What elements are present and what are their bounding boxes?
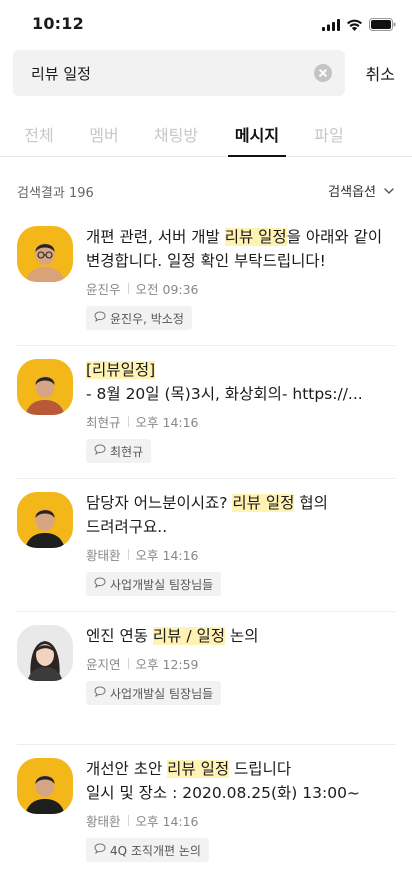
- cancel-button[interactable]: 취소: [366, 61, 395, 85]
- search-options-label: 검색옵션: [328, 185, 376, 200]
- chevron-down-icon: [384, 183, 394, 198]
- tab-files[interactable]: 파일: [313, 122, 345, 157]
- message-text-segment: 개선안 초안: [86, 760, 168, 778]
- battery-icon: [369, 16, 396, 35]
- result-header: 검색결과 196 검색옵션: [0, 176, 412, 206]
- avatar: [17, 226, 73, 282]
- message-text-segment: 개편 관련, 서버 개발: [86, 228, 225, 246]
- message-meta: 황태환 오후 14:16: [86, 545, 396, 564]
- sender-name: 황태환: [86, 814, 121, 829]
- chatroom-chip[interactable]: 사업개발실 팀장님들: [86, 681, 222, 705]
- sender-name: 황태환: [86, 548, 121, 563]
- message-text-segment: - 8월 20일 (목)3시, 화상회의- https://...: [86, 385, 363, 403]
- status-time: 10:12: [32, 14, 84, 33]
- chat-bubble-icon: [94, 311, 106, 325]
- clear-icon[interactable]: [314, 64, 332, 82]
- avatar: [17, 492, 73, 548]
- message-text: 개선안 초안 리뷰 일정 드립니다일시 및 장소 : 2020.08.25(화)…: [86, 757, 396, 805]
- search-options-button[interactable]: 검색옵션: [328, 181, 394, 200]
- message-body: 엔진 연동 리뷰 / 일정 논의윤지연 오후 12:59 사업개발실 팀장님들: [86, 624, 396, 705]
- avatar: [17, 758, 73, 814]
- message-time: 오전 09:36: [135, 282, 199, 297]
- message-result-item[interactable]: 개선안 초안 리뷰 일정 드립니다일시 및 장소 : 2020.08.25(화)…: [17, 745, 395, 869]
- chatroom-chip[interactable]: 사업개발실 팀장님들: [86, 572, 222, 596]
- message-result-item[interactable]: 담당자 어느분이시죠? 리뷰 일정 협의 드려려구요.. 황태환 오후 14:16 사…: [17, 479, 395, 612]
- message-text: 담당자 어느분이시죠? 리뷰 일정 협의 드려려구요..: [86, 491, 396, 539]
- chatroom-chip[interactable]: 윤진우, 박소정: [86, 306, 192, 330]
- avatar: [17, 625, 73, 681]
- message-time: 오후 14:16: [135, 814, 199, 829]
- search-highlight: [리뷰일정]: [86, 361, 156, 379]
- message-result-item[interactable]: [리뷰일정] - 8월 20일 (목)3시, 화상회의- https://... 최…: [17, 346, 395, 479]
- sender-name: 윤지연: [86, 657, 121, 672]
- chatroom-name: 사업개발실 팀장님들: [110, 686, 214, 701]
- message-meta: 윤진우 오전 09:36: [86, 279, 396, 298]
- search-box[interactable]: [13, 50, 345, 96]
- tab-members[interactable]: 멤버: [88, 122, 120, 157]
- message-body: 개선안 초안 리뷰 일정 드립니다일시 및 장소 : 2020.08.25(화)…: [86, 757, 396, 862]
- message-body: 담당자 어느분이시죠? 리뷰 일정 협의 드려려구요.. 황태환 오후 14:16 사…: [86, 491, 396, 596]
- message-result-item[interactable]: 개편 관련, 서버 개발 리뷰 일정을 아래와 같이 변경합니다. 일정 확인 …: [17, 213, 395, 346]
- chatroom-name: 최현규: [110, 444, 144, 459]
- meta-divider: [127, 815, 129, 826]
- message-meta: 윤지연 오후 12:59: [86, 654, 396, 673]
- meta-divider: [127, 658, 129, 669]
- chat-bubble-icon: [94, 444, 106, 458]
- message-text: [리뷰일정] - 8월 20일 (목)3시, 화상회의- https://...: [86, 358, 396, 406]
- message-time: 오후 14:16: [135, 415, 199, 430]
- message-meta: 최현규 오후 14:16: [86, 412, 396, 431]
- search-highlight: 리뷰 일정: [224, 228, 287, 246]
- meta-divider: [127, 416, 129, 427]
- message-meta: 황태환 오후 14:16: [86, 811, 396, 830]
- search-highlight: 리뷰 일정: [232, 494, 295, 512]
- meta-divider: [127, 549, 129, 560]
- meta-divider: [127, 283, 129, 294]
- tab-chatrooms[interactable]: 채팅방: [152, 122, 200, 157]
- status-bar: 10:12: [0, 0, 412, 48]
- chatroom-name: 사업개발실 팀장님들: [110, 577, 214, 592]
- chatroom-chip[interactable]: 최현규: [86, 439, 152, 463]
- avatar: [17, 359, 73, 415]
- search-highlight: 리뷰 일정: [167, 760, 230, 778]
- chatroom-chip[interactable]: 4Q 조직개편 논의: [86, 838, 209, 862]
- tab-bar: 전체 멤버 채팅방 메시지 파일: [0, 112, 412, 157]
- sender-name: 윤진우: [86, 282, 121, 297]
- message-body: 개편 관련, 서버 개발 리뷰 일정을 아래와 같이 변경합니다. 일정 확인 …: [86, 225, 396, 330]
- message-time: 오후 12:59: [135, 657, 199, 672]
- message-result-item[interactable]: 엔진 연동 리뷰 / 일정 논의윤지연 오후 12:59 사업개발실 팀장님들: [17, 612, 395, 745]
- sender-name: 최현규: [86, 415, 121, 430]
- message-time: 오후 14:16: [135, 548, 199, 563]
- chatroom-name: 윤진우, 박소정: [110, 311, 184, 326]
- search-input[interactable]: [31, 50, 301, 96]
- message-text: 개편 관련, 서버 개발 리뷰 일정을 아래와 같이 변경합니다. 일정 확인 …: [86, 225, 396, 273]
- message-text-segment: 담당자 어느분이시죠?: [86, 494, 233, 512]
- message-body: [리뷰일정] - 8월 20일 (목)3시, 화상회의- https://... 최…: [86, 358, 396, 463]
- message-text-segment: 드립니다: [229, 760, 292, 778]
- search-row: 취소: [0, 48, 412, 100]
- message-results-list: 개편 관련, 서버 개발 리뷰 일정을 아래와 같이 변경합니다. 일정 확인 …: [0, 213, 412, 869]
- tab-all[interactable]: 전체: [22, 122, 56, 157]
- chatroom-name: 4Q 조직개편 논의: [110, 843, 201, 858]
- status-icons: [322, 16, 396, 35]
- tab-messages[interactable]: 메시지: [228, 122, 286, 157]
- chat-bubble-icon: [94, 686, 106, 700]
- message-text-segment: 일시 및 장소 : 2020.08.25(화) 13:00~: [86, 784, 360, 802]
- message-text-segment: 논의: [225, 627, 259, 645]
- message-text-segment: 엔진 연동: [86, 627, 153, 645]
- search-highlight: 리뷰 / 일정: [152, 627, 226, 645]
- signal-icon: [322, 16, 340, 35]
- chat-bubble-icon: [94, 577, 106, 591]
- chat-bubble-icon: [94, 843, 106, 857]
- result-count: 검색결과 196: [17, 186, 94, 201]
- wifi-icon: [346, 16, 363, 35]
- message-text: 엔진 연동 리뷰 / 일정 논의: [86, 624, 396, 648]
